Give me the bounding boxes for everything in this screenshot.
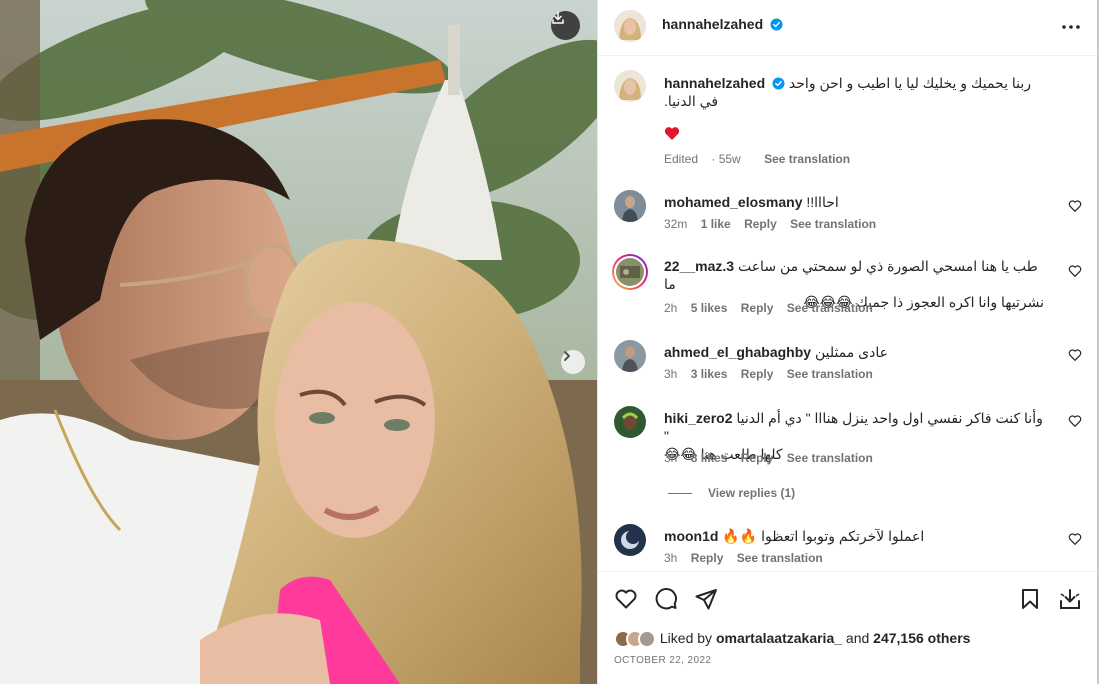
author-avatar-image (614, 10, 646, 42)
comment-meta: 3h 8 likes Reply See translation (664, 451, 883, 465)
comment-time: 32m (664, 217, 688, 231)
comment-avatar-story-ring[interactable] (612, 254, 648, 290)
comment-like-heart-icon[interactable] (1068, 199, 1082, 213)
comment-row: ahmed_el_ghabaghby عادى ممثلين (664, 343, 1044, 361)
post-header: hannahelzahed (598, 0, 1098, 56)
comment-avatar-image (614, 190, 646, 222)
post-details-panel: hannahelzahed hannahelzahed ربنا يحميك و… (597, 0, 1098, 684)
comment-avatar-image (614, 524, 646, 556)
liked-by-and: and (845, 630, 870, 646)
download-icon[interactable] (1058, 587, 1082, 611)
comment-likes[interactable]: 3 likes (691, 367, 728, 381)
author-avatar-image (614, 70, 646, 102)
see-translation-button[interactable]: See translation (790, 217, 876, 231)
liker-avatar (638, 630, 656, 648)
caption-author-avatar[interactable] (614, 70, 646, 102)
comment-row: moon1d اعملوا لآخرتكم وتوبوا اتعظوا 🔥🔥 (664, 527, 1044, 545)
reply-button[interactable]: Reply (741, 301, 774, 315)
comment-time: 3h (664, 551, 678, 565)
comment-text: عادى ممثلين (814, 344, 888, 360)
see-translation-button[interactable]: See translation (737, 551, 823, 565)
reply-button[interactable]: Reply (744, 217, 777, 231)
view-replies-button[interactable]: View replies (1) (668, 486, 795, 500)
comment-avatar[interactable] (614, 190, 646, 222)
comment-text: اعملوا لآخرتكم وتوبوا اتعظوا 🔥🔥 (722, 528, 925, 544)
edited-label: Edited · 55w (664, 152, 741, 166)
comment-like-heart-icon[interactable] (1068, 264, 1082, 278)
comment-avatar[interactable] (614, 524, 646, 556)
liked-by-user[interactable]: omartalaatzakaria_ (716, 630, 842, 646)
author-avatar[interactable] (614, 10, 646, 42)
red-heart-emoji-icon (664, 127, 680, 140)
comment-avatar-image (614, 406, 646, 438)
author-username[interactable]: hannahelzahed (662, 16, 763, 32)
comment-username[interactable]: 22__maz.3 (664, 258, 734, 274)
comment-text: احااا!! (806, 194, 839, 210)
caption-meta: Edited · 55w See translation (664, 152, 860, 166)
caption-username[interactable]: hannahelzahed (664, 75, 765, 91)
liked-by-label: Liked by (659, 630, 713, 646)
chevron-right-icon (564, 351, 570, 361)
comment-row: mohamed_elosmany احااا!! (664, 193, 1044, 211)
see-translation-button[interactable]: See translation (787, 367, 873, 381)
liked-by-others[interactable]: 247,156 others (873, 630, 970, 646)
comment-likes[interactable]: 1 like (701, 217, 731, 231)
comment-time: 3h (664, 451, 678, 465)
comment-username[interactable]: mohamed_elosmany (664, 194, 803, 210)
couple-selfie-illustration (0, 0, 597, 684)
verified-badge-icon (772, 77, 785, 90)
comment-avatar-image (616, 258, 644, 286)
comment-likes[interactable]: 5 likes (691, 301, 728, 315)
see-translation-button[interactable]: See translation (787, 301, 873, 315)
comment-avatar[interactable] (614, 406, 646, 438)
post-date[interactable]: OCTOBER 22, 2022 (614, 655, 711, 666)
see-translation-button[interactable]: See translation (787, 451, 873, 465)
liker-avatars[interactable] (614, 630, 660, 648)
comment-likes[interactable]: 8 likes (691, 451, 728, 465)
comment-avatar-image (614, 340, 646, 372)
reply-button[interactable]: Reply (741, 367, 774, 381)
post-photo[interactable] (0, 0, 597, 684)
replies-divider (668, 493, 692, 495)
comment-username[interactable]: ahmed_el_ghabaghby (664, 344, 811, 360)
bookmark-icon[interactable] (1018, 587, 1042, 611)
comment-username[interactable]: hiki_zero2 (664, 410, 732, 426)
heart-outline-icon[interactable] (614, 587, 638, 611)
caption-see-translation[interactable]: See translation (764, 152, 850, 166)
comment-meta: 3h 3 likes Reply See translation (664, 367, 883, 381)
comment-like-heart-icon[interactable] (1068, 532, 1082, 546)
comment-meta: 3h Reply See translation (664, 551, 833, 565)
more-horizontal-icon (1062, 25, 1080, 29)
comment-meta: 2h 5 likes Reply See translation (664, 301, 883, 315)
caption: hannahelzahed ربنا يحميك و يخليك ليا يا … (664, 74, 1044, 110)
next-photo-button[interactable] (561, 350, 585, 374)
comment-time: 2h (664, 301, 678, 315)
post-actions-bar: Liked by omartalaatzakaria_ and 247,156 … (598, 571, 1098, 684)
verified-badge-icon (770, 18, 783, 31)
comment-username[interactable]: moon1d (664, 528, 718, 544)
liked-by-row: Liked by omartalaatzakaria_ and 247,156 … (614, 630, 970, 648)
comment-bubble-icon[interactable] (654, 587, 678, 611)
comment-avatar[interactable] (614, 340, 646, 372)
reply-button[interactable]: Reply (741, 451, 774, 465)
download-button[interactable] (551, 11, 580, 40)
caption-heart-emoji (664, 126, 680, 145)
comment-time: 3h (664, 367, 678, 381)
more-options-button[interactable] (1058, 14, 1084, 40)
paper-plane-icon[interactable] (694, 587, 718, 611)
download-icon (552, 11, 564, 24)
comment-like-heart-icon[interactable] (1068, 414, 1082, 428)
comment-like-heart-icon[interactable] (1068, 348, 1082, 362)
comment-meta: 32m 1 like Reply See translation (664, 217, 886, 231)
reply-button[interactable]: Reply (691, 551, 724, 565)
